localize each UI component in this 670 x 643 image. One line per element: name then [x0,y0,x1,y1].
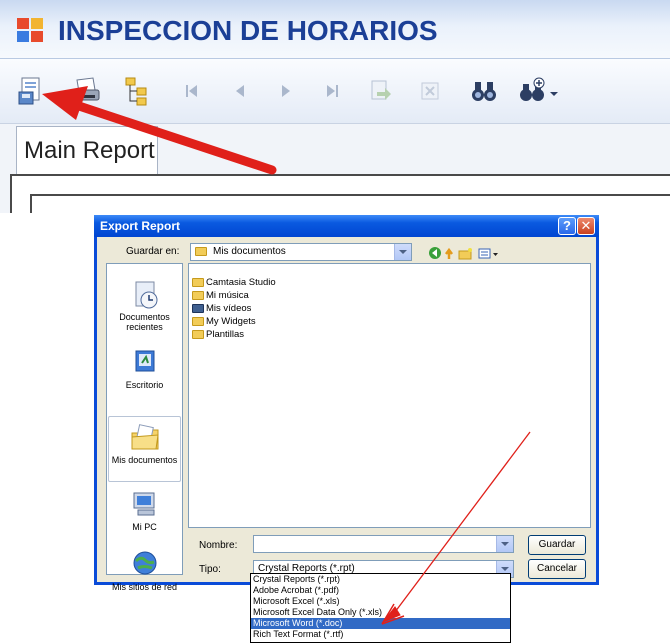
zoom-icon [520,77,558,101]
my-computer-icon [128,490,162,520]
next-page-button[interactable] [268,73,304,109]
place-label: Escritorio [125,380,164,390]
dropdown-option-selected[interactable]: Microsoft Word (*.doc) [251,618,510,629]
place-label: Mis documentos [111,455,178,465]
folder-icon [195,247,207,256]
list-item[interactable]: Mi música [192,289,249,302]
tab-bar: Main Report [0,124,670,213]
place-network[interactable]: Mis sitios de red [108,544,181,610]
my-documents-icon [128,423,162,453]
music-folder-icon [192,291,204,300]
up-folder-button[interactable] [445,247,453,259]
viewer-toolbar [0,59,670,124]
nav-toolbar [429,247,498,260]
back-button[interactable] [429,247,441,259]
close-icon: ✕ [580,218,592,233]
places-bar: Documentos recientes Escritorio Mis docu… [106,263,183,592]
question-icon: ? [563,218,571,233]
next-page-icon [282,85,290,97]
first-page-button[interactable] [174,73,210,109]
folder-icon [192,330,204,339]
export-icon [18,77,40,105]
network-places-icon [128,550,162,580]
dropdown-option[interactable]: Microsoft Excel Data Only (*.xls) [251,607,510,618]
place-label: Mis sitios de red [111,582,178,592]
video-folder-icon [192,304,204,313]
nombre-label: Nombre: [199,540,238,551]
folder-icon [192,278,204,287]
app-title-bar: INSPECCION DE HORARIOS [0,0,670,59]
zoom-button[interactable] [514,73,564,109]
chevron-down-icon[interactable] [496,536,513,552]
chevron-down-icon[interactable] [394,244,411,260]
app-icon [17,18,43,42]
place-label: Documentos recientes [119,312,170,332]
up-folder-icon [445,247,453,259]
view-menu-button[interactable] [478,248,498,259]
place-my-documents[interactable]: Mis documentos [108,416,181,482]
location-combo[interactable]: Mis documentos [190,243,412,261]
list-item[interactable]: Mis vídeos [192,302,251,315]
file-type-dropdown: Crystal Reports (*.rpt) Adobe Acrobat (*… [250,573,511,643]
location-value: Mis documentos [213,246,286,257]
list-item[interactable]: My Widgets [192,315,256,328]
export-report-button[interactable] [14,73,50,109]
dialog-title: Export Report [100,219,181,233]
place-desktop[interactable]: Escritorio [108,342,181,408]
report-page-border [30,194,670,213]
tipo-label: Tipo: [199,564,221,575]
app-title: INSPECCION DE HORARIOS [58,15,438,46]
recent-documents-icon [128,280,162,310]
goto-page-icon [371,80,391,100]
group-tree-icon [125,77,147,106]
filename-input[interactable] [253,535,514,553]
export-report-dialog: Export Report ? ✕ Guardar en: Mis docume… [94,215,599,592]
desktop-icon [128,348,162,378]
print-button[interactable] [68,73,104,109]
place-my-computer[interactable]: Mi PC [108,484,181,550]
last-page-icon [327,85,338,97]
save-button[interactable]: Guardar [528,535,586,555]
dropdown-option[interactable]: Adobe Acrobat (*.pdf) [251,585,510,596]
first-page-icon [186,85,197,97]
new-folder-button[interactable] [458,248,472,260]
place-label: Mi PC [132,522,157,532]
dropdown-option[interactable]: Microsoft Excel (*.xls) [251,596,510,607]
new-folder-icon [458,250,472,260]
folder-icon [192,317,204,326]
search-button[interactable] [466,73,502,109]
dropdown-option[interactable]: Rich Text Format (*.rtf) [251,629,510,640]
report-viewer-window: INSPECCION DE HORARIOS Main Report [0,0,670,213]
list-item[interactable]: Plantillas [192,328,244,341]
report-canvas-frame [10,174,670,213]
stop-button[interactable] [412,73,448,109]
guardar-en-label: Guardar en: [126,246,180,257]
print-icon [72,77,100,101]
place-recent-documents[interactable]: Documentos recientes [108,274,181,340]
file-list: Camtasia Studio Mi música Mis vídeos My … [188,263,591,528]
previous-page-icon [236,85,244,97]
previous-page-button[interactable] [222,73,258,109]
tab-main-report[interactable]: Main Report [16,126,158,174]
goto-page-button[interactable] [362,73,398,109]
help-button[interactable]: ? [558,217,576,235]
stop-icon [421,82,439,100]
close-button[interactable]: ✕ [577,217,595,235]
group-tree-button[interactable] [120,73,156,109]
list-item[interactable]: Camtasia Studio [192,276,276,289]
last-page-button[interactable] [314,73,350,109]
cancel-button[interactable]: Cancelar [528,559,586,579]
dialog-title-bar: Export Report ? ✕ [94,215,599,237]
view-menu-icon [478,248,491,259]
binoculars-icon [472,82,496,101]
dropdown-option[interactable]: Crystal Reports (*.rpt) [251,574,510,585]
